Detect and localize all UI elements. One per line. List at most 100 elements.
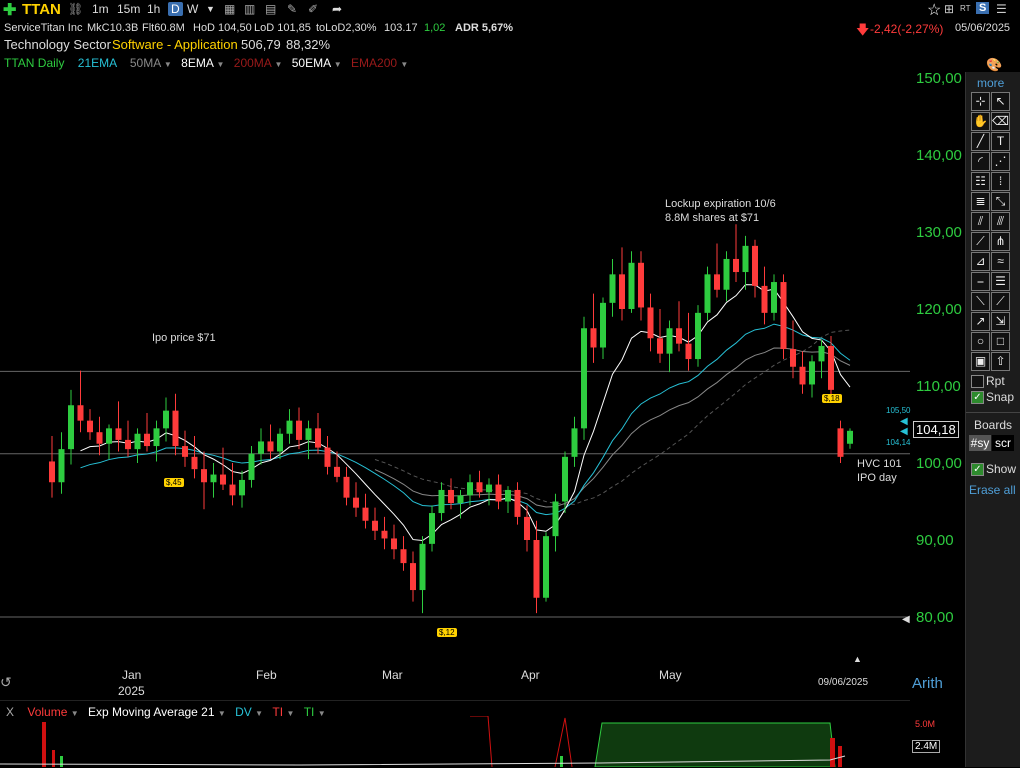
candle-body xyxy=(438,489,445,514)
circle-icon[interactable]: ○ xyxy=(971,332,990,351)
chevron-down-icon[interactable]: ▼ xyxy=(206,4,215,14)
ema21-line xyxy=(80,323,851,516)
grid-icon[interactable]: ▤ xyxy=(265,2,276,16)
candle-body xyxy=(134,433,141,450)
more-link[interactable]: more xyxy=(977,76,1004,90)
snap-checkbox[interactable]: ✓ xyxy=(971,391,984,404)
image-icon[interactable]: ▣ xyxy=(971,352,990,371)
menu-icon[interactable]: ☰ xyxy=(996,2,1007,16)
candle-body xyxy=(505,489,511,502)
rectangle-icon[interactable]: □ xyxy=(991,332,1010,351)
pitchfork-icon[interactable]: ⋔ xyxy=(991,232,1010,251)
reset-icon[interactable]: ↺ xyxy=(0,674,12,691)
candle-body xyxy=(562,456,568,502)
range-icon[interactable]: ⇲ xyxy=(991,312,1010,331)
arc-icon[interactable]: ◜ xyxy=(971,152,990,171)
ti-line xyxy=(554,717,573,767)
interval-15m[interactable]: 15m xyxy=(117,2,140,16)
star-icon[interactable]: ☆ xyxy=(927,0,941,20)
candle-body xyxy=(685,343,692,360)
line-icon[interactable]: ╱ xyxy=(971,132,990,151)
candle-body xyxy=(362,507,369,521)
scr-button[interactable]: scr xyxy=(992,435,1014,451)
eraser-icon[interactable]: ⌫ xyxy=(991,112,1010,131)
share-icon[interactable]: ➦ xyxy=(332,2,342,16)
candle-body xyxy=(818,345,825,362)
grid-lines-icon[interactable]: ☷ xyxy=(971,172,990,191)
bookmark-icon[interactable]: ⊞ xyxy=(944,2,954,16)
symbol-input[interactable]: TTAN xyxy=(22,1,61,18)
show-checkbox[interactable]: ✓ xyxy=(971,463,984,476)
parallel-icon[interactable]: ⫽ xyxy=(971,212,990,231)
candle-body xyxy=(144,433,150,447)
legend-8ema-arrow[interactable]: ▼ xyxy=(217,60,225,69)
hline-icon[interactable]: ⎯ xyxy=(971,272,990,291)
trend-icon[interactable]: ⟍ xyxy=(971,292,990,311)
candle-body xyxy=(581,328,587,429)
scroll-left-icon[interactable]: ◀ xyxy=(902,614,910,625)
lockup-note-line1: Lockup expiration 10/6 xyxy=(665,198,776,210)
text-icon[interactable]: T xyxy=(991,132,1010,151)
legend-8ema[interactable]: 8EMA xyxy=(181,56,213,70)
edit-icon[interactable]: ✐ xyxy=(308,2,318,16)
legend-50ema-arrow[interactable]: ▼ xyxy=(334,60,342,69)
candle-body xyxy=(590,328,597,348)
fibonacci-icon[interactable]: ≣ xyxy=(971,192,990,211)
cursor-icon[interactable]: ↖ xyxy=(991,92,1010,111)
earnings-pill[interactable]: $,18 xyxy=(822,394,842,403)
levels-icon[interactable]: ☰ xyxy=(991,272,1010,291)
to-lod: toLoD2,30% xyxy=(316,22,377,34)
rpt-checkbox[interactable] xyxy=(971,375,984,388)
legend-200ma-arrow[interactable]: ▼ xyxy=(274,60,282,69)
price-chart[interactable] xyxy=(0,70,910,670)
rt-label[interactable]: RT xyxy=(960,4,971,13)
erase-all-link[interactable]: Erase all xyxy=(969,483,1016,497)
sector: Technology Sector xyxy=(4,37,111,52)
earnings-pill[interactable]: $,45 xyxy=(164,478,184,487)
measure-icon[interactable]: ⤡ xyxy=(991,192,1010,211)
candle-body xyxy=(448,489,454,504)
dotted-lines-icon[interactable]: ⁞ xyxy=(991,172,1010,191)
wave-icon[interactable]: ≈ xyxy=(991,252,1010,271)
hand-icon[interactable]: ✋ xyxy=(971,112,990,131)
legend-21ema[interactable]: 21EMA xyxy=(78,56,117,70)
crosshair-icon[interactable]: ⊹ xyxy=(971,92,990,111)
gann-icon[interactable]: ⊿ xyxy=(971,252,990,271)
legend-ema200[interactable]: EMA200 xyxy=(351,56,397,70)
candle-body xyxy=(847,430,853,444)
candle-body xyxy=(248,453,255,480)
pencil-icon[interactable]: ✎ xyxy=(287,2,297,16)
legend-daily[interactable]: TTAN Daily xyxy=(4,56,64,70)
candle-body xyxy=(837,428,844,457)
arrow-line-icon[interactable]: ↗ xyxy=(971,312,990,331)
legend-50ma-arrow[interactable]: ▼ xyxy=(164,60,172,69)
ticker-icon[interactable]: ▦ xyxy=(224,2,235,16)
interval-1h[interactable]: 1h xyxy=(147,2,160,16)
day-change: -2,42(-2,27%) xyxy=(870,22,944,36)
channel-icon[interactable]: ⫻ xyxy=(991,212,1010,231)
candle-body xyxy=(372,520,378,531)
axis-mode[interactable]: Arith xyxy=(912,675,943,692)
trend2-icon[interactable]: ⟋ xyxy=(991,292,1010,311)
legend-50ma[interactable]: 50MA xyxy=(130,56,161,70)
up-arrow-icon[interactable]: ⇧ xyxy=(991,352,1010,371)
link-icon[interactable]: ⛓ xyxy=(68,2,83,16)
palette-icon[interactable]: 🎨 xyxy=(986,57,1002,73)
triangle-up-icon[interactable]: ▲ xyxy=(853,654,862,664)
chart-type-icon[interactable]: ▥ xyxy=(244,2,255,16)
earnings-pill[interactable]: $,12 xyxy=(437,628,457,637)
time-label: May xyxy=(659,668,682,682)
legend-50ema[interactable]: 50EMA xyxy=(292,56,331,70)
legend-200ma[interactable]: 200MA xyxy=(234,56,271,70)
candle-body xyxy=(657,338,663,354)
ray-icon[interactable]: ⟋ xyxy=(971,232,990,251)
add-icon[interactable]: ✚ xyxy=(3,0,16,20)
interval-w[interactable]: W xyxy=(187,2,198,16)
interval-1m[interactable]: 1m xyxy=(92,2,109,16)
candle-body xyxy=(210,474,217,483)
s-button[interactable]: S xyxy=(976,2,990,14)
interval-d[interactable]: D xyxy=(168,2,183,16)
legend-ema200-arrow[interactable]: ▼ xyxy=(400,60,408,69)
sy-button[interactable]: #sy xyxy=(969,435,991,451)
fan-icon[interactable]: ⋰ xyxy=(991,152,1010,171)
